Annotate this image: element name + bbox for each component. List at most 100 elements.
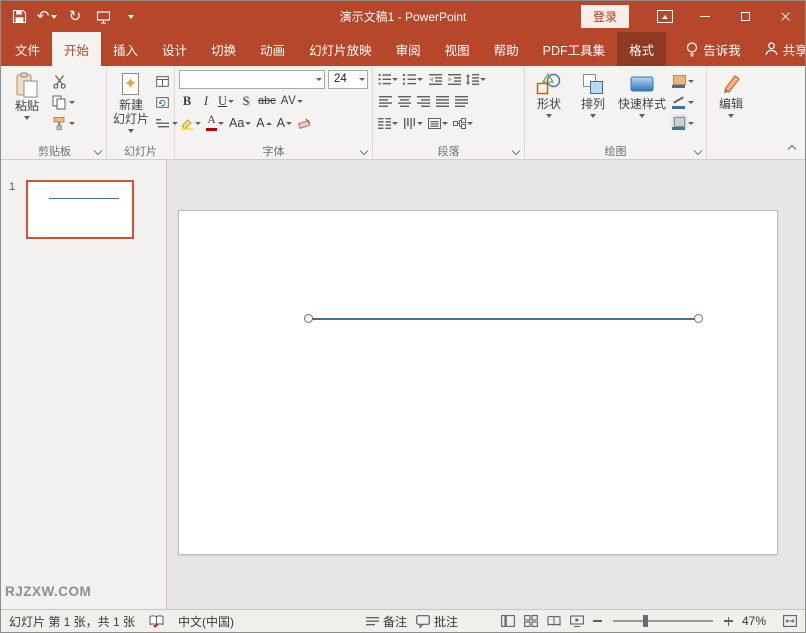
character-spacing-button[interactable]: AV	[280, 92, 305, 111]
change-case-button[interactable]: Aa	[228, 114, 252, 133]
shape-fill-button[interactable]	[669, 71, 697, 92]
spellcheck-button[interactable]	[149, 615, 164, 628]
underline-button[interactable]: U	[217, 92, 235, 111]
tell-me-button[interactable]: 告诉我	[674, 32, 753, 66]
columns-button[interactable]	[377, 114, 399, 133]
format-painter-button[interactable]	[49, 113, 78, 134]
slide-sorter-view-button[interactable]	[524, 615, 538, 627]
highlight-button[interactable]	[179, 114, 202, 133]
convert-smartart-button[interactable]	[452, 114, 474, 133]
font-name-select[interactable]	[179, 70, 325, 89]
slide-counter[interactable]: 幻灯片 第 1 张，共 1 张	[9, 613, 135, 630]
font-size-select[interactable]: 24	[328, 70, 368, 89]
tab-insert[interactable]: 插入	[101, 32, 150, 66]
shapes-button[interactable]: 形状	[527, 68, 571, 142]
cut-button[interactable]	[49, 71, 78, 92]
align-left-icon	[379, 96, 392, 107]
quick-styles-button[interactable]: 快速样式	[615, 68, 669, 142]
font-color-button[interactable]: A	[205, 114, 225, 133]
tab-pdf-tools[interactable]: PDF工具集	[531, 32, 618, 66]
dropdown-arrow-icon	[24, 116, 30, 120]
sign-in-button[interactable]: 登录	[581, 5, 629, 28]
save-button[interactable]	[7, 4, 31, 30]
tab-file[interactable]: 文件	[3, 32, 52, 66]
clear-formatting-button[interactable]	[296, 114, 312, 133]
shrink-font-button[interactable]: A	[276, 114, 293, 133]
tab-view[interactable]: 视图	[433, 32, 482, 66]
slide-canvas[interactable]	[178, 210, 778, 555]
normal-view-button[interactable]	[501, 615, 515, 627]
minimize-button[interactable]	[685, 1, 725, 32]
undo-button[interactable]: ↶	[35, 4, 59, 30]
start-slideshow-button[interactable]	[91, 4, 115, 30]
grow-font-button[interactable]: A	[255, 114, 272, 133]
selected-line-shape[interactable]	[308, 318, 698, 320]
maximize-button[interactable]	[725, 1, 765, 32]
italic-button[interactable]: I	[198, 92, 214, 111]
drawing-dialog-launcher[interactable]	[692, 145, 704, 157]
close-button[interactable]	[765, 1, 805, 32]
slideshow-view-button[interactable]	[570, 615, 584, 627]
notes-toggle[interactable]: 备注	[366, 613, 407, 630]
paste-label: 粘贴	[15, 100, 39, 114]
normal-view-icon	[501, 615, 515, 627]
tab-design[interactable]: 设计	[150, 32, 199, 66]
shape-outline-button[interactable]	[669, 92, 697, 113]
ribbon-display-options-button[interactable]	[645, 1, 685, 32]
align-text-button[interactable]	[427, 114, 449, 133]
align-center-button[interactable]	[396, 92, 412, 111]
redo-button[interactable]: ↻	[63, 4, 87, 30]
line-spacing-button[interactable]	[465, 70, 487, 89]
paste-button[interactable]: 粘贴	[5, 68, 49, 142]
text-shadow-button[interactable]: S	[238, 92, 254, 111]
line-end-handle[interactable]	[694, 314, 703, 323]
tab-animations[interactable]: 动画	[248, 32, 297, 66]
language-indicator[interactable]: 中文(中国)	[178, 613, 234, 630]
reading-view-button[interactable]	[547, 615, 561, 627]
bold-button[interactable]: B	[179, 92, 195, 111]
slide-thumbnail[interactable]	[26, 180, 134, 239]
tab-transitions[interactable]: 切换	[199, 32, 248, 66]
new-slide-button[interactable]: 新建 幻灯片	[109, 68, 153, 142]
copy-button[interactable]	[49, 92, 78, 113]
new-slide-label: 新建 幻灯片	[113, 99, 149, 127]
paragraph-dialog-launcher[interactable]	[510, 145, 522, 157]
ribbon: 粘贴 剪贴板	[1, 66, 805, 160]
arrange-button[interactable]: 排列	[571, 68, 615, 142]
fit-to-window-button[interactable]	[783, 615, 797, 627]
text-direction-button[interactable]	[402, 114, 424, 133]
decrease-indent-button[interactable]	[427, 70, 443, 89]
share-button[interactable]: 共享	[753, 32, 806, 66]
comments-toggle[interactable]: 批注	[416, 613, 458, 630]
justify-button[interactable]	[434, 92, 450, 111]
edit-button[interactable]: 编辑	[709, 68, 753, 159]
customize-qat-button[interactable]	[119, 4, 143, 30]
zoom-in-button[interactable]	[724, 617, 733, 626]
align-right-button[interactable]	[415, 92, 431, 111]
slide-thumbnail-item[interactable]: 1	[1, 160, 166, 239]
numbering-button[interactable]	[402, 70, 424, 89]
dropdown-arrow-icon	[467, 122, 473, 125]
distribute-button[interactable]	[453, 92, 469, 111]
font-group-label: 字体	[177, 142, 370, 159]
tab-format[interactable]: 格式	[617, 32, 666, 66]
clipboard-dialog-launcher[interactable]	[92, 145, 104, 157]
collapse-ribbon-button[interactable]	[784, 142, 800, 156]
font-dialog-launcher[interactable]	[358, 145, 370, 157]
zoom-percentage[interactable]: 47%	[742, 614, 774, 628]
tab-help[interactable]: 帮助	[482, 32, 531, 66]
zoom-slider[interactable]	[613, 620, 713, 622]
chevron-up-icon	[662, 15, 668, 19]
tab-home[interactable]: 开始	[52, 32, 101, 66]
zoom-slider-thumb[interactable]	[643, 615, 648, 627]
slide-editing-area[interactable]	[167, 160, 805, 609]
tab-review[interactable]: 审阅	[384, 32, 433, 66]
increase-indent-button[interactable]	[446, 70, 462, 89]
zoom-out-button[interactable]	[593, 620, 602, 622]
align-left-button[interactable]	[377, 92, 393, 111]
shape-effects-button[interactable]	[669, 113, 697, 134]
tab-slideshow[interactable]: 幻灯片放映	[297, 32, 384, 66]
bullets-button[interactable]	[377, 70, 399, 89]
strikethrough-button[interactable]: abc	[257, 92, 277, 111]
line-start-handle[interactable]	[304, 314, 313, 323]
